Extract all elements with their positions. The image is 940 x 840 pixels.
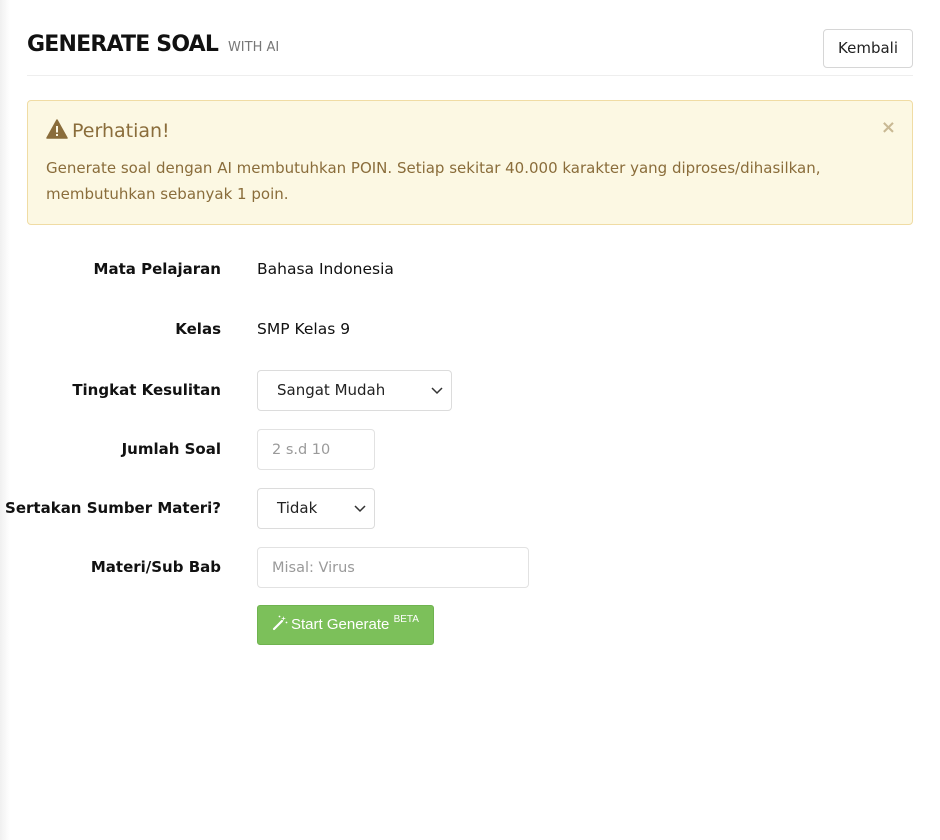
- sumber-materi-select[interactable]: Tidak: [257, 488, 375, 529]
- alert-title-text: Perhatian!: [72, 120, 170, 142]
- sumber-materi-selected: Tidak: [277, 499, 318, 517]
- label-sumber-materi: Sertakan Sumber Materi?: [5, 499, 221, 517]
- page-subtitle: WITH AI: [227, 40, 280, 55]
- tingkat-kesulitan-select[interactable]: Sangat Mudah: [257, 370, 452, 411]
- page-title-text: GENERATE SOAL: [27, 32, 219, 57]
- alert-message: Generate soal dengan AI membutuhkan POIN…: [46, 159, 821, 203]
- label-mata-pelajaran: Mata Pelajaran: [93, 260, 221, 278]
- back-button[interactable]: Kembali: [823, 29, 913, 68]
- value-mata-pelajaran: Bahasa Indonesia: [257, 260, 394, 278]
- alert-close-icon[interactable]: ×: [881, 119, 896, 137]
- value-kelas: SMP Kelas 9: [257, 320, 351, 338]
- label-materi: Materi/Sub Bab: [90, 558, 221, 576]
- warning-alert: Perhatian! × Generate soal dengan AI mem…: [27, 100, 913, 225]
- start-generate-button[interactable]: Start Generate BETA: [257, 605, 434, 645]
- page-title: GENERATE SOAL WITH AI: [27, 32, 279, 57]
- page: GENERATE SOAL WITH AI Kembali Perhatian!…: [0, 0, 940, 840]
- jumlah-soal-input[interactable]: [257, 429, 375, 470]
- label-jumlah-soal: Jumlah Soal: [121, 440, 221, 458]
- chevron-down-icon: [431, 387, 443, 395]
- page-header: GENERATE SOAL WITH AI Kembali: [27, 28, 913, 76]
- start-generate-label: Start Generate: [291, 616, 390, 633]
- alert-title: Perhatian!: [46, 119, 170, 142]
- label-kelas: Kelas: [175, 320, 221, 338]
- beta-badge: BETA: [393, 614, 419, 625]
- warning-icon: [46, 119, 68, 139]
- tingkat-kesulitan-selected: Sangat Mudah: [277, 381, 386, 399]
- materi-input[interactable]: [257, 547, 529, 588]
- left-edge-shadow: [0, 0, 10, 840]
- label-tingkat-kesulitan: Tingkat Kesulitan: [72, 381, 221, 399]
- chevron-down-icon: [354, 505, 366, 513]
- magic-wand-icon: [272, 615, 288, 631]
